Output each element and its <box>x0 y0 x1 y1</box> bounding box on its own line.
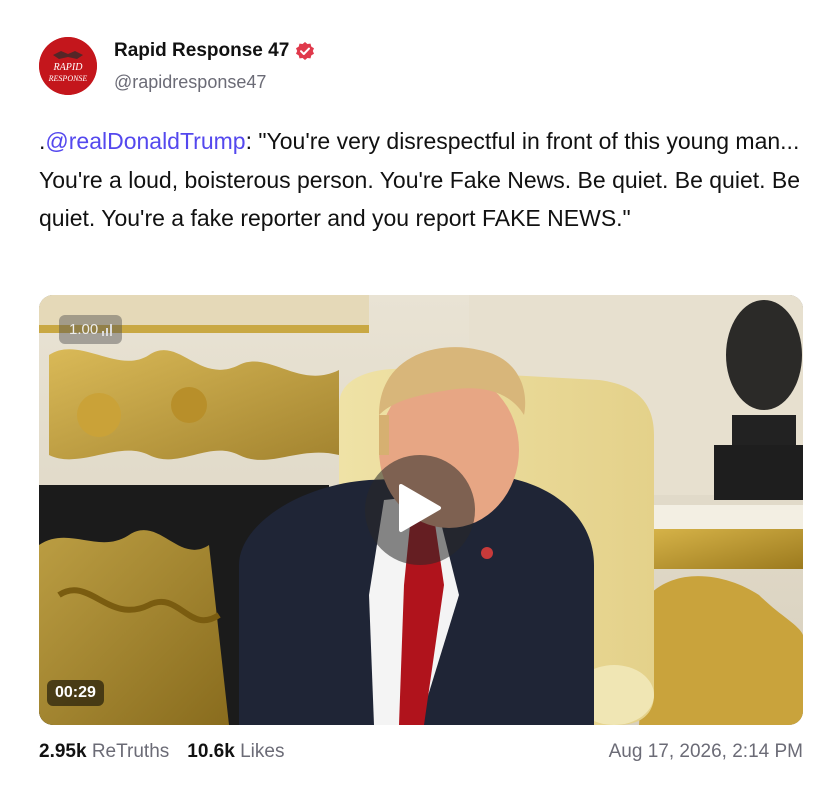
playback-speed-button[interactable]: 1.00 <box>59 315 123 344</box>
retruths-label: ReTruths <box>91 741 170 762</box>
play-button[interactable] <box>365 455 475 565</box>
likes-label: Likes <box>240 741 285 762</box>
retruths-stat[interactable]: 2.95k ReTruths <box>39 741 169 763</box>
video-player[interactable]: 1.00 00:29 <box>39 295 803 725</box>
verified-badge-icon <box>295 41 315 61</box>
video-duration: 00:29 <box>47 680 104 706</box>
avatar-text-bottom: RESPONSE <box>48 74 88 83</box>
post-text: .@realDonaldTrump: "You're very disrespe… <box>39 122 809 238</box>
likes-stat[interactable]: 10.6k Likes <box>187 741 284 763</box>
author-handle[interactable]: @rapidresponse47 <box>114 72 266 93</box>
retruths-count: 2.95k <box>39 741 87 762</box>
speed-bars-icon <box>102 323 113 336</box>
avatar[interactable]: RAPID RESPONSE <box>39 37 97 95</box>
playback-speed-label: 1.00 <box>69 321 99 338</box>
post-timestamp[interactable]: Aug 17, 2026, 2:14 PM <box>609 741 803 763</box>
display-name[interactable]: Rapid Response 47 <box>114 40 289 62</box>
likes-count: 10.6k <box>187 741 235 762</box>
mention-link[interactable]: @realDonaldTrump <box>45 128 245 154</box>
post-card: RAPID RESPONSE Rapid Response 47 @rapidr… <box>0 0 840 800</box>
post-stats: 2.95k ReTruths 10.6k Likes <box>39 741 284 763</box>
author-name-row[interactable]: Rapid Response 47 <box>114 40 315 62</box>
play-icon <box>397 482 443 539</box>
avatar-text-top: RAPID <box>53 62 84 73</box>
